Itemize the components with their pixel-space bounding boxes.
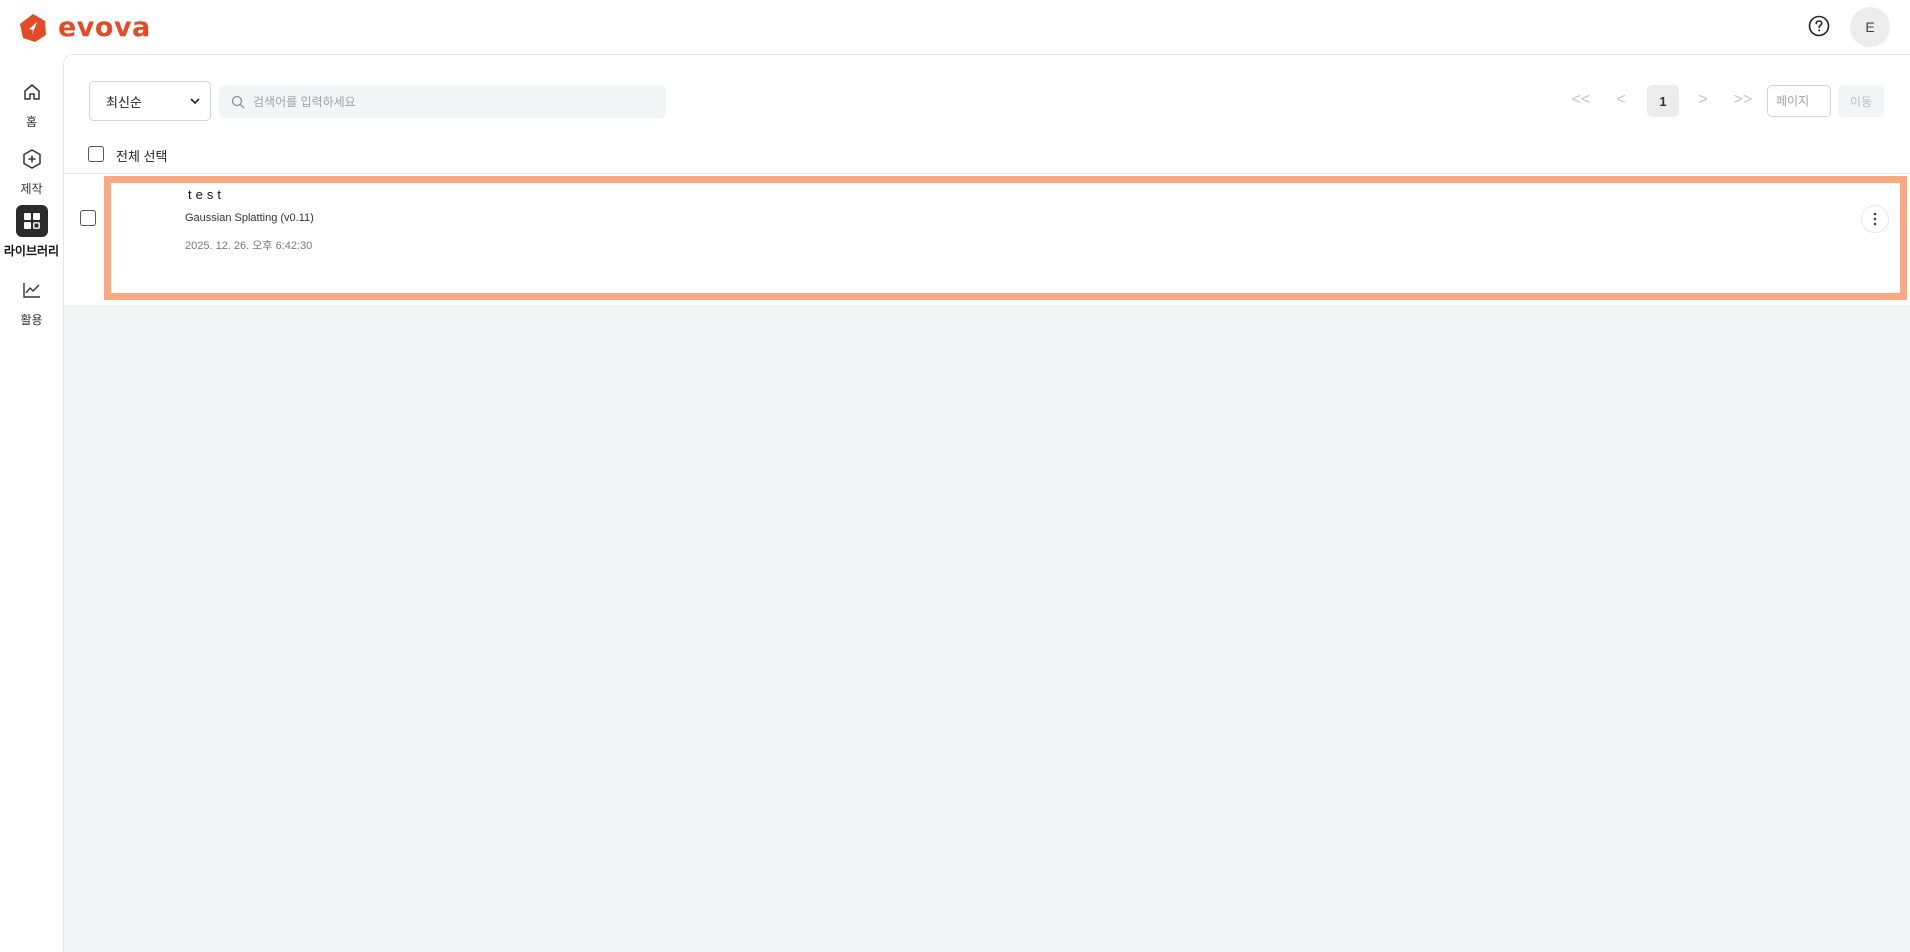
hexagon-plus-icon [16, 143, 48, 175]
chart-line-icon [16, 274, 48, 306]
sort-dropdown[interactable]: 최신순 [89, 81, 211, 121]
select-all-checkbox[interactable] [88, 146, 104, 162]
list-area: 최신순 << < 1 > >> 이동 [64, 55, 1910, 305]
sort-value: 최신순 [106, 94, 142, 110]
last-page-button[interactable]: >> [1727, 84, 1759, 116]
more-vertical-icon [1873, 212, 1877, 226]
search-input[interactable] [253, 94, 653, 109]
current-page-number: 1 [1659, 93, 1667, 109]
user-initial: E [1865, 19, 1875, 35]
divider [64, 173, 1910, 174]
item-subtitle: Gaussian Splatting (v0.11) [185, 212, 314, 224]
prev-page-button[interactable]: < [1605, 84, 1637, 116]
page-number-input[interactable] [1767, 85, 1831, 117]
item-checkbox[interactable] [80, 210, 96, 226]
sidebar-item-label: 라이브러리 [3, 244, 60, 258]
next-page-button[interactable]: > [1687, 84, 1719, 116]
select-all-label: 전체 선택 [116, 149, 168, 164]
evova-logo-icon [20, 13, 46, 42]
home-icon [16, 76, 48, 108]
sidebar-item-usage[interactable]: 활용 [0, 274, 63, 328]
item-title: test [188, 187, 225, 202]
sidebar-item-label: 홈 [25, 115, 38, 129]
go-label: 이동 [1849, 94, 1873, 109]
main-panel: 최신순 << < 1 > >> 이동 [63, 54, 1910, 952]
go-to-page-button[interactable]: 이동 [1838, 85, 1884, 117]
brand-name: evova [58, 12, 151, 43]
more-options-button[interactable] [1861, 205, 1889, 233]
last-page-icon: >> [1733, 91, 1753, 108]
help-circle-icon [1808, 15, 1830, 37]
first-page-icon: << [1571, 91, 1591, 108]
search-box[interactable] [219, 85, 666, 118]
sidebar-item-home[interactable]: 홈 [0, 76, 63, 130]
selection-highlight [104, 176, 1907, 300]
item-date: 2025. 12. 26. 오후 6:42:30 [185, 240, 313, 252]
user-avatar[interactable]: E [1850, 7, 1890, 47]
current-page-button[interactable]: 1 [1647, 85, 1679, 117]
library-grid-icon [15, 205, 48, 237]
top-bar: evova E [0, 0, 1910, 54]
sidebar-item-create[interactable]: 제작 [0, 143, 63, 197]
brand-logo[interactable]: evova [18, 12, 151, 43]
sidebar-item-library[interactable]: 라이브러리 [0, 205, 63, 259]
sidebar-item-label: 활용 [20, 313, 43, 327]
chevron-down-icon [190, 98, 200, 105]
help-button[interactable] [1806, 13, 1832, 39]
first-page-button[interactable]: << [1565, 84, 1597, 116]
search-icon [231, 95, 245, 108]
sidebar-item-label: 제작 [20, 182, 43, 196]
chevron-right-icon: > [1698, 91, 1708, 108]
sidebar: 홈 제작 라이브러리 활용 [0, 54, 63, 952]
chevron-left-icon: < [1616, 91, 1626, 108]
